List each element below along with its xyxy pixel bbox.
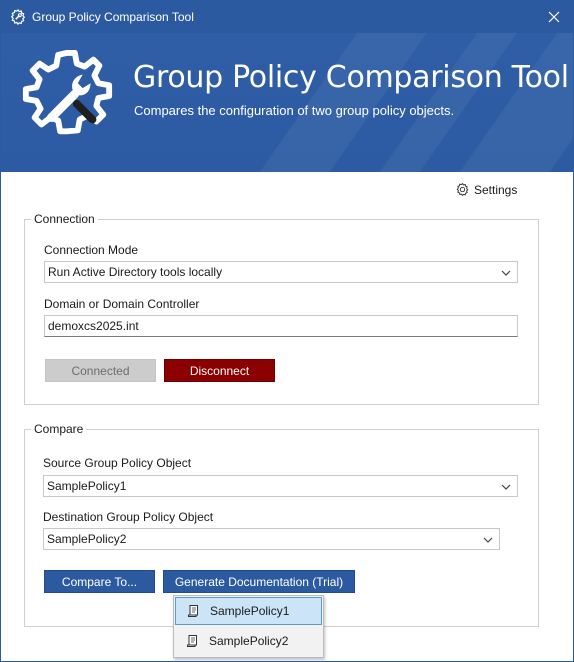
banner-subtitle: Compares the configuration of two group … xyxy=(134,103,455,118)
destination-gpo-label: Destination Group Policy Object xyxy=(43,510,214,524)
settings-link[interactable]: Settings xyxy=(455,182,517,197)
app-window: Group Policy Comparison Tool Group Polic… xyxy=(0,0,574,662)
compare-group-label: Compare xyxy=(31,422,87,436)
gear-wrench-icon xyxy=(10,8,26,26)
source-gpo-value: SamplePolicy1 xyxy=(47,479,127,493)
scroll-icon xyxy=(187,635,197,647)
gear-icon xyxy=(456,182,469,197)
dropdown-item-label: SamplePolicy1 xyxy=(210,604,290,618)
disconnect-button[interactable]: Disconnect xyxy=(164,359,275,382)
close-button[interactable] xyxy=(535,1,573,33)
settings-label: Settings xyxy=(474,182,518,197)
close-icon xyxy=(548,11,560,23)
compare-to-button[interactable]: Compare To... xyxy=(44,570,155,593)
title-bar[interactable]: Group Policy Comparison Tool xyxy=(1,1,573,33)
header-banner: Group Policy Comparison Tool Compares th… xyxy=(1,33,573,172)
domain-input[interactable]: demoxcs2025.int xyxy=(44,315,518,337)
dropdown-item-label: SamplePolicy2 xyxy=(209,634,289,648)
chevron-down-icon xyxy=(501,484,511,490)
connection-group-label: Connection xyxy=(31,212,98,226)
chevron-down-icon xyxy=(483,537,493,543)
generate-documentation-button[interactable]: Generate Documentation (Trial) xyxy=(163,570,355,593)
domain-label: Domain or Domain Controller xyxy=(44,297,200,311)
policy-dropdown-menu: SamplePolicy1 SamplePolicy2 xyxy=(173,595,324,658)
connection-mode-select[interactable]: Run Active Directory tools locally xyxy=(44,261,518,283)
source-gpo-select[interactable]: SamplePolicy1 xyxy=(43,475,518,497)
chevron-down-icon xyxy=(501,270,511,276)
banner-heading: Group Policy Comparison Tool xyxy=(133,60,569,95)
connected-button[interactable]: Connected xyxy=(45,359,156,382)
scroll-icon xyxy=(188,605,198,617)
connection-mode-label: Connection Mode xyxy=(44,243,139,257)
dropdown-item-samplepolicy2[interactable]: SamplePolicy2 xyxy=(175,627,322,655)
connection-mode-value: Run Active Directory tools locally xyxy=(48,265,223,279)
destination-gpo-select[interactable]: SamplePolicy2 xyxy=(43,528,500,550)
source-gpo-label: Source Group Policy Object xyxy=(43,456,192,470)
destination-gpo-value: SamplePolicy2 xyxy=(47,532,127,546)
domain-value: demoxcs2025.int xyxy=(48,319,139,333)
gear-wrench-icon xyxy=(22,49,113,135)
window-title: Group Policy Comparison Tool xyxy=(32,10,194,24)
dropdown-item-samplepolicy1[interactable]: SamplePolicy1 xyxy=(175,597,322,625)
